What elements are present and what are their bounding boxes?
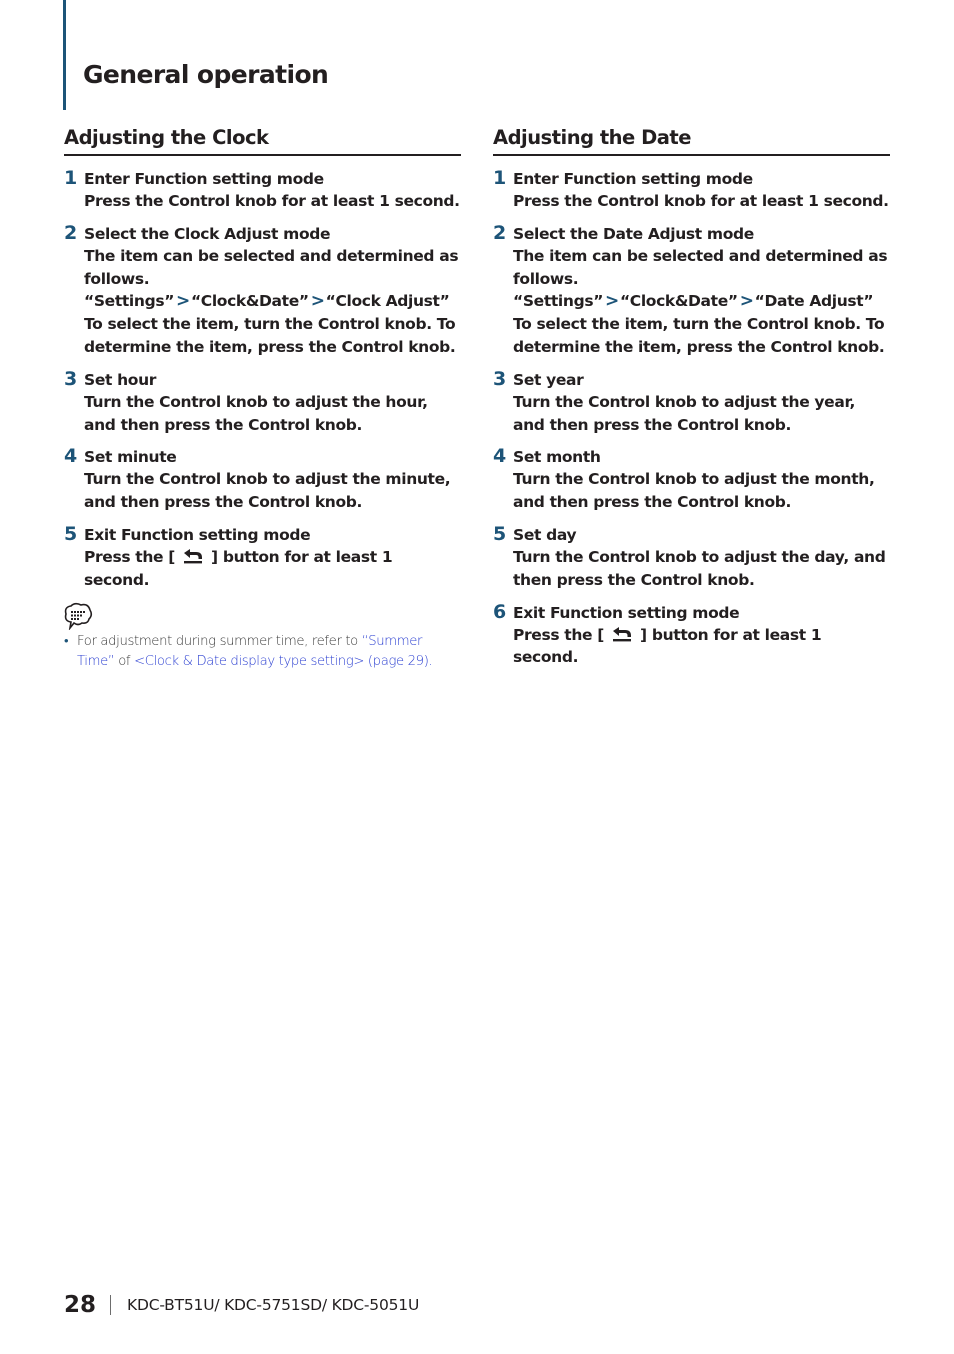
note-text-segment: . [428, 653, 433, 669]
step-heading: Select the Clock Adjust mode [84, 224, 331, 243]
step-body: Press the [ ] button for at least 1 seco… [84, 546, 461, 592]
return-arrow-icon [184, 548, 202, 564]
section-adjusting-clock: Adjusting the Clock 1 Enter Function set… [64, 124, 461, 672]
step-heading: Set hour [84, 370, 157, 389]
step-item: 6 Exit Function setting mode Press the [… [493, 600, 890, 670]
section-title: Adjusting the Clock [64, 124, 461, 156]
step-body: Press the Control knob for at least 1 se… [84, 192, 460, 210]
step-number: 2 [64, 221, 78, 244]
chapter-accent-bar [63, 0, 66, 110]
step-number: 6 [493, 600, 507, 623]
step-heading: Exit Function setting mode [84, 525, 311, 544]
note-text-segment: of [114, 653, 135, 669]
step-number: 5 [493, 522, 507, 545]
step-heading: Select the Date Adjust mode [513, 224, 754, 243]
bullet: • [64, 633, 69, 649]
step-number: 4 [493, 445, 507, 468]
step-body: Press the Control knob for at least 1 se… [513, 192, 889, 210]
chevron-right-icon: > [605, 291, 619, 312]
note-speech-bubble-icon [64, 602, 93, 630]
note-text-segment: For adjustment during summer time, refer… [77, 633, 362, 649]
menu-path-item: “Settings” [84, 292, 175, 311]
menu-path: “Settings” >“Clock&Date” >“Date Adjust” [513, 290, 890, 313]
step-number: 1 [493, 167, 507, 189]
step-body-text: Press the [ [513, 625, 604, 644]
step-body: The item can be selected and determined … [84, 246, 459, 288]
footer-divider [110, 1295, 112, 1315]
step-heading: Enter Function setting mode [513, 170, 753, 188]
return-arrow-icon [613, 626, 631, 641]
page-footer: 28 KDC-BT51U/ KDC-5751SD/ KDC-5051U [64, 1292, 419, 1318]
step-heading: Enter Function setting mode [84, 170, 324, 188]
step-heading: Set month [513, 448, 601, 467]
menu-path-item: “Settings” [513, 292, 604, 311]
step-item: 3 Set hour Turn the Control knob to adju… [64, 367, 461, 437]
chevron-right-icon: > [739, 291, 754, 312]
step-body: To select the item, turn the Control kno… [84, 315, 456, 356]
step-body: Turn the Control knob to adjust the minu… [84, 470, 451, 512]
step-heading: Set minute [84, 448, 177, 467]
step-number: 4 [64, 445, 78, 468]
menu-path-item: “Clock&Date” [190, 292, 309, 311]
step-body-text: Press the [ [84, 547, 175, 566]
step-item: 5 Set day Turn the Control knob to adjus… [493, 522, 890, 592]
step-item: 5 Exit Function setting mode Press the [… [64, 522, 461, 592]
step-number: 3 [64, 367, 78, 390]
step-item: 3 Set year Turn the Control knob to adju… [493, 367, 890, 437]
step-item: 4 Set month Turn the Control knob to adj… [493, 445, 890, 514]
step-item: 1 Enter Function setting mode Press the … [493, 167, 890, 213]
step-list: 1 Enter Function setting mode Press the … [493, 167, 890, 670]
step-item: 2 Select the Date Adjust mode The item c… [493, 221, 890, 359]
note-text: • For adjustment during summer time, ref… [64, 632, 461, 672]
step-body: The item can be selected and determined … [513, 246, 888, 288]
clock-date-display-setting-link[interactable]: <Clock & Date display type setting> (pag… [134, 654, 429, 669]
step-body: Turn the Control knob to adjust the year… [513, 392, 856, 434]
menu-path: “Settings” >“Clock&Date” >“Clock Adjust” [84, 290, 461, 313]
model-names: KDC-BT51U/ KDC-5751SD/ KDC-5051U [127, 1296, 420, 1314]
step-number: 3 [493, 367, 507, 390]
step-number: 1 [64, 167, 78, 189]
step-list: 1 Enter Function setting mode Press the … [64, 167, 461, 592]
step-body: Turn the Control knob to adjust the mont… [513, 470, 875, 512]
section-title: Adjusting the Date [493, 124, 890, 156]
menu-path-item: “Clock Adjust” [325, 292, 450, 311]
section-adjusting-date: Adjusting the Date 1 Enter Function sett… [493, 124, 890, 679]
step-number: 2 [493, 221, 507, 244]
page-number: 28 [64, 1292, 97, 1318]
menu-path-item: “Date Adjust” [754, 292, 874, 311]
step-heading: Set day [513, 525, 577, 544]
step-body: Press the [ ] button for at least 1 seco… [513, 624, 890, 670]
step-body: Turn the Control knob to adjust the hour… [84, 392, 428, 434]
menu-path-item: “Clock&Date” [619, 292, 738, 311]
step-item: 1 Enter Function setting mode Press the … [64, 167, 461, 213]
step-body: To select the item, turn the Control kno… [513, 315, 885, 356]
step-heading: Set year [513, 370, 584, 389]
step-item: 4 Set minute Turn the Control knob to ad… [64, 445, 461, 514]
step-number: 5 [64, 522, 78, 545]
step-body: Turn the Control knob to adjust the day,… [513, 547, 886, 589]
chevron-right-icon: > [310, 291, 325, 312]
chevron-right-icon: > [176, 291, 190, 312]
chapter-title: General operation [83, 60, 329, 89]
step-item: 2 Select the Clock Adjust mode The item … [64, 221, 461, 359]
step-heading: Exit Function setting mode [513, 603, 740, 622]
